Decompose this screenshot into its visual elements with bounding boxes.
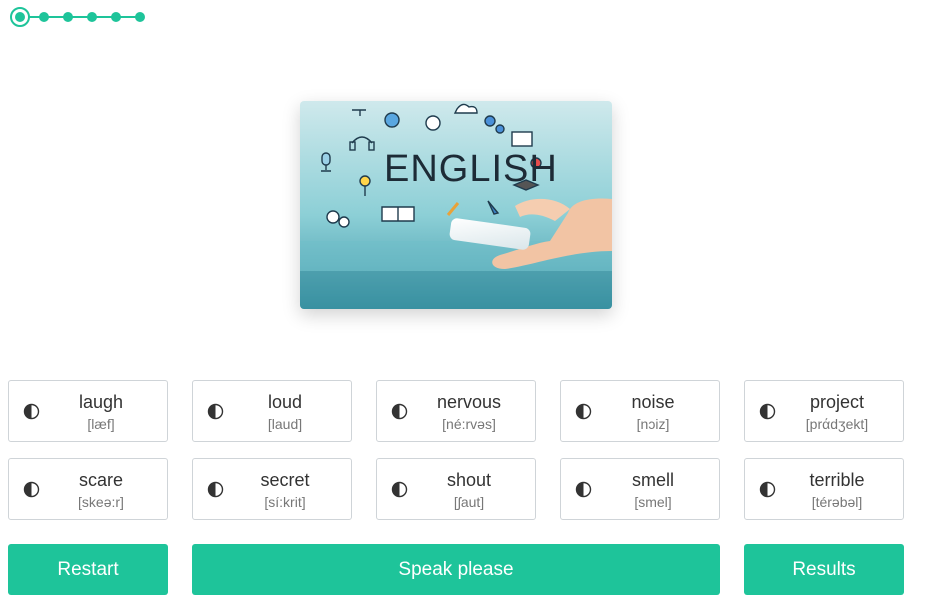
progress-stepper <box>10 7 150 27</box>
illustration-heading: ENGLISH <box>384 148 558 190</box>
word-card-laugh[interactable]: laugh [læf] <box>8 380 168 442</box>
word-transcription: [nɔiz] <box>636 416 670 432</box>
word-transcription: [sí:krit] <box>264 494 306 510</box>
word-text: shout <box>446 470 492 490</box>
progress-step <box>87 12 97 22</box>
results-button[interactable]: Results <box>744 544 904 595</box>
word-card-scare[interactable]: scare [skeə:r] <box>8 458 168 520</box>
word-transcription: [ʃaut] <box>453 494 485 510</box>
word-transcription: [læf] <box>87 416 115 432</box>
word-transcription: [laud] <box>267 416 303 432</box>
word-transcription: [prάdʒekt] <box>805 416 869 432</box>
word-text: project <box>809 392 865 412</box>
progress-step <box>135 12 145 22</box>
word-text: terrible <box>809 470 865 490</box>
progress-step <box>111 12 121 22</box>
word-text: laugh <box>78 392 124 412</box>
word-card-project[interactable]: project [prάdʒekt] <box>744 380 904 442</box>
word-text: loud <box>267 392 303 412</box>
word-card-smell[interactable]: smell [smel] <box>560 458 720 520</box>
word-transcription: [térəbəl] <box>811 494 863 510</box>
word-transcription: [né:rvəs] <box>442 416 496 432</box>
word-card-loud[interactable]: loud [laud] <box>192 380 352 442</box>
word-card-terrible[interactable]: terrible [térəbəl] <box>744 458 904 520</box>
word-card-noise[interactable]: noise [nɔiz] <box>560 380 720 442</box>
restart-button[interactable]: Restart <box>8 544 168 595</box>
word-text: noise <box>631 392 675 412</box>
speak-button[interactable]: Speak please <box>192 544 720 595</box>
word-card-shout[interactable]: shout [ʃaut] <box>376 458 536 520</box>
word-text: secret <box>260 470 310 490</box>
word-card-nervous[interactable]: nervous [né:rvəs] <box>376 380 536 442</box>
progress-step <box>39 12 49 22</box>
word-transcription: [smel] <box>634 494 672 510</box>
word-text: smell <box>631 470 674 490</box>
progress-step-current <box>10 7 30 27</box>
word-transcription: [skeə:r] <box>78 494 124 510</box>
word-text: nervous <box>436 392 502 412</box>
progress-step <box>63 12 73 22</box>
word-card-secret[interactable]: secret [sí:krit] <box>192 458 352 520</box>
word-text: scare <box>78 470 123 490</box>
lesson-illustration: ENGLISH <box>300 101 612 309</box>
